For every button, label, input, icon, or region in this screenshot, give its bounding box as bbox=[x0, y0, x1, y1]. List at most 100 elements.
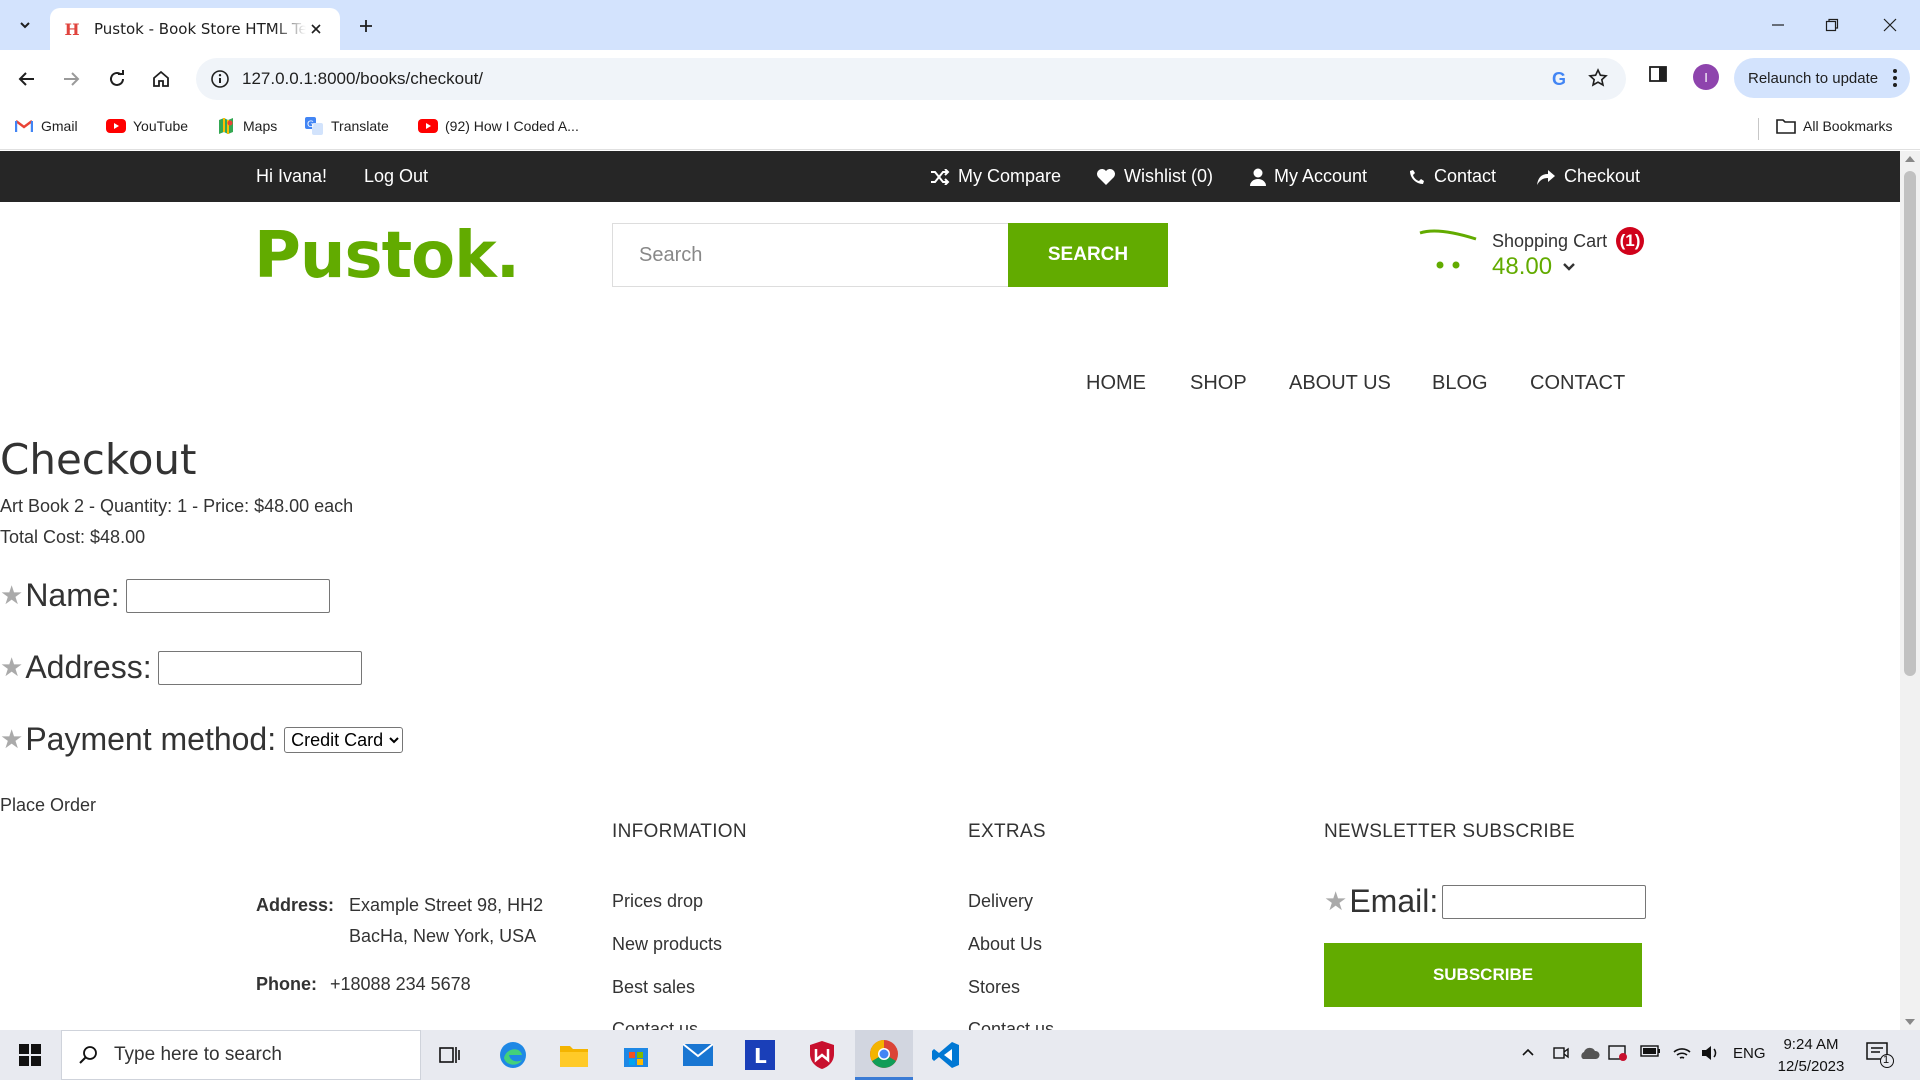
footer-link-delivery[interactable]: Delivery bbox=[968, 891, 1033, 912]
start-button[interactable] bbox=[0, 1030, 60, 1080]
minimize-icon bbox=[1772, 24, 1784, 26]
name-field[interactable] bbox=[125, 578, 330, 613]
folder-icon bbox=[560, 1046, 588, 1067]
taskbar-store[interactable] bbox=[607, 1030, 665, 1080]
newsletter-email-field[interactable] bbox=[1442, 884, 1647, 919]
gmail-icon bbox=[14, 118, 34, 134]
forward-button[interactable] bbox=[56, 64, 86, 94]
show-hidden-icons-chevron-up-icon[interactable] bbox=[1520, 1044, 1536, 1060]
volume-icon[interactable] bbox=[1700, 1044, 1720, 1062]
shopping-cart-label[interactable]: Shopping Cart bbox=[1492, 231, 1607, 252]
footer-link-contact-us[interactable]: Contact us bbox=[612, 1019, 698, 1030]
tab-close-button[interactable] bbox=[306, 19, 326, 39]
required-star-icon: ★ bbox=[0, 724, 24, 754]
required-star-icon: ★ bbox=[1324, 886, 1348, 916]
notifications-button[interactable]: 1 bbox=[1866, 1042, 1894, 1068]
bookmark-translate[interactable]: G Translate bbox=[304, 117, 389, 135]
search-button[interactable]: SEARCH bbox=[1008, 223, 1168, 287]
site-info-icon[interactable] bbox=[210, 69, 230, 89]
scrollbar-thumb[interactable] bbox=[1904, 171, 1916, 676]
bookmark-star-icon[interactable] bbox=[1588, 68, 1608, 88]
translate-icon: G bbox=[304, 117, 324, 135]
name-label: Name: bbox=[25, 577, 120, 613]
newsletter-email-label: Email: bbox=[1349, 883, 1439, 919]
shopping-cart-icon[interactable] bbox=[1418, 227, 1480, 271]
scroll-down-arrow-icon[interactable] bbox=[1905, 1019, 1915, 1025]
page-scrollbar[interactable] bbox=[1900, 151, 1920, 1030]
task-view-button[interactable] bbox=[421, 1030, 479, 1080]
home-icon bbox=[153, 70, 169, 87]
logout-link[interactable]: Log Out bbox=[364, 166, 428, 187]
relaunch-update-button[interactable]: Relaunch to update bbox=[1734, 58, 1910, 98]
new-tab-button[interactable] bbox=[352, 12, 380, 40]
nav-shop[interactable]: SHOP bbox=[1190, 372, 1247, 395]
windows-taskbar: Type here to search L ENG 9:24 AM 12/5/2… bbox=[0, 1030, 1920, 1080]
side-panel-icon[interactable] bbox=[1648, 64, 1668, 84]
taskbar-vscode[interactable] bbox=[917, 1030, 975, 1080]
more-menu-icon[interactable] bbox=[1892, 68, 1898, 88]
my-compare-link[interactable]: My Compare bbox=[930, 166, 1061, 187]
bookmark-youtube[interactable]: YouTube bbox=[106, 118, 188, 134]
taskbar-file-explorer[interactable] bbox=[545, 1030, 603, 1080]
edge-icon bbox=[500, 1042, 526, 1068]
address-bar[interactable]: 127.0.0.1:8000/books/checkout/ G bbox=[196, 58, 1626, 100]
battery-icon[interactable] bbox=[1640, 1044, 1662, 1058]
all-bookmarks-button[interactable]: All Bookmarks bbox=[1776, 118, 1892, 134]
search-input[interactable]: Search bbox=[612, 223, 1008, 287]
home-button[interactable] bbox=[146, 64, 176, 94]
chevron-down-icon bbox=[1563, 263, 1575, 271]
subscribe-button[interactable]: SUBSCRIBE bbox=[1324, 943, 1642, 1007]
place-order-button[interactable]: Place Order bbox=[0, 795, 96, 816]
contact-link[interactable]: Contact bbox=[1408, 166, 1496, 187]
taskbar-chrome[interactable] bbox=[855, 1030, 913, 1080]
tab-search-button[interactable] bbox=[10, 10, 40, 40]
footer-link-prices-drop[interactable]: Prices drop bbox=[612, 891, 703, 912]
address-field[interactable] bbox=[157, 650, 362, 685]
taskbar-search-box[interactable]: Type here to search bbox=[61, 1030, 421, 1080]
nav-contact[interactable]: CONTACT bbox=[1530, 372, 1625, 395]
meet-now-icon[interactable] bbox=[1552, 1044, 1570, 1062]
input-language[interactable]: ENG bbox=[1733, 1045, 1766, 1062]
browser-tab-active[interactable]: H Pustok - Book Store HTML Template bbox=[50, 8, 340, 50]
payment-method-select[interactable]: Credit Card bbox=[284, 726, 404, 753]
reload-button[interactable] bbox=[102, 64, 132, 94]
nav-about-us[interactable]: ABOUT US bbox=[1289, 372, 1391, 395]
footer-link-about-us[interactable]: About Us bbox=[968, 934, 1042, 955]
footer-link-contact-us-extras[interactable]: Contact us bbox=[968, 1019, 1054, 1030]
site-logo[interactable]: Pustok. bbox=[254, 219, 520, 293]
taskbar-mcafee[interactable] bbox=[793, 1030, 851, 1080]
svg-text:G: G bbox=[307, 120, 314, 130]
taskbar-mail[interactable] bbox=[669, 1030, 727, 1080]
close-window-button[interactable] bbox=[1872, 10, 1908, 40]
top-account-bar: Hi Ivana! Log Out My Compare Wishlist (0… bbox=[0, 151, 1900, 202]
restore-button[interactable] bbox=[1814, 10, 1850, 40]
footer-link-best-sales[interactable]: Best sales bbox=[612, 977, 695, 998]
bookmarks-divider bbox=[1758, 118, 1759, 140]
taskbar-edge[interactable] bbox=[484, 1030, 542, 1080]
google-lens-icon[interactable]: G bbox=[1552, 69, 1566, 90]
back-button[interactable] bbox=[12, 64, 42, 94]
taskbar-l-app[interactable]: L bbox=[731, 1030, 789, 1080]
relaunch-label: Relaunch to update bbox=[1748, 69, 1879, 87]
task-view-icon bbox=[439, 1047, 460, 1063]
profile-avatar[interactable]: I bbox=[1693, 64, 1719, 90]
url-text[interactable]: 127.0.0.1:8000/books/checkout/ bbox=[242, 69, 483, 89]
nav-home[interactable]: HOME bbox=[1086, 372, 1146, 395]
checkout-link[interactable]: Checkout bbox=[1536, 166, 1640, 187]
cart-total[interactable]: 48.00 bbox=[1492, 253, 1576, 281]
address-row: ★ Address: bbox=[0, 649, 362, 686]
bookmark-maps[interactable]: Maps bbox=[216, 118, 277, 134]
my-account-link[interactable]: My Account bbox=[1250, 166, 1367, 187]
footer-link-new-products[interactable]: New products bbox=[612, 934, 722, 955]
footer-link-stores[interactable]: Stores bbox=[968, 977, 1020, 998]
scroll-up-arrow-icon[interactable] bbox=[1905, 156, 1915, 162]
bookmark-gmail[interactable]: Gmail bbox=[14, 118, 78, 134]
bookmark-youtube-video[interactable]: (92) How I Coded A... bbox=[418, 118, 579, 134]
system-clock[interactable]: 9:24 AM 12/5/2023 bbox=[1776, 1034, 1846, 1078]
onedrive-cloud-icon[interactable] bbox=[1578, 1044, 1600, 1062]
security-alert-icon[interactable] bbox=[1608, 1044, 1628, 1062]
minimize-button[interactable] bbox=[1760, 10, 1796, 40]
wifi-icon[interactable] bbox=[1672, 1044, 1692, 1062]
wishlist-link[interactable]: Wishlist (0) bbox=[1096, 166, 1213, 187]
nav-blog[interactable]: BLOG bbox=[1432, 372, 1488, 395]
